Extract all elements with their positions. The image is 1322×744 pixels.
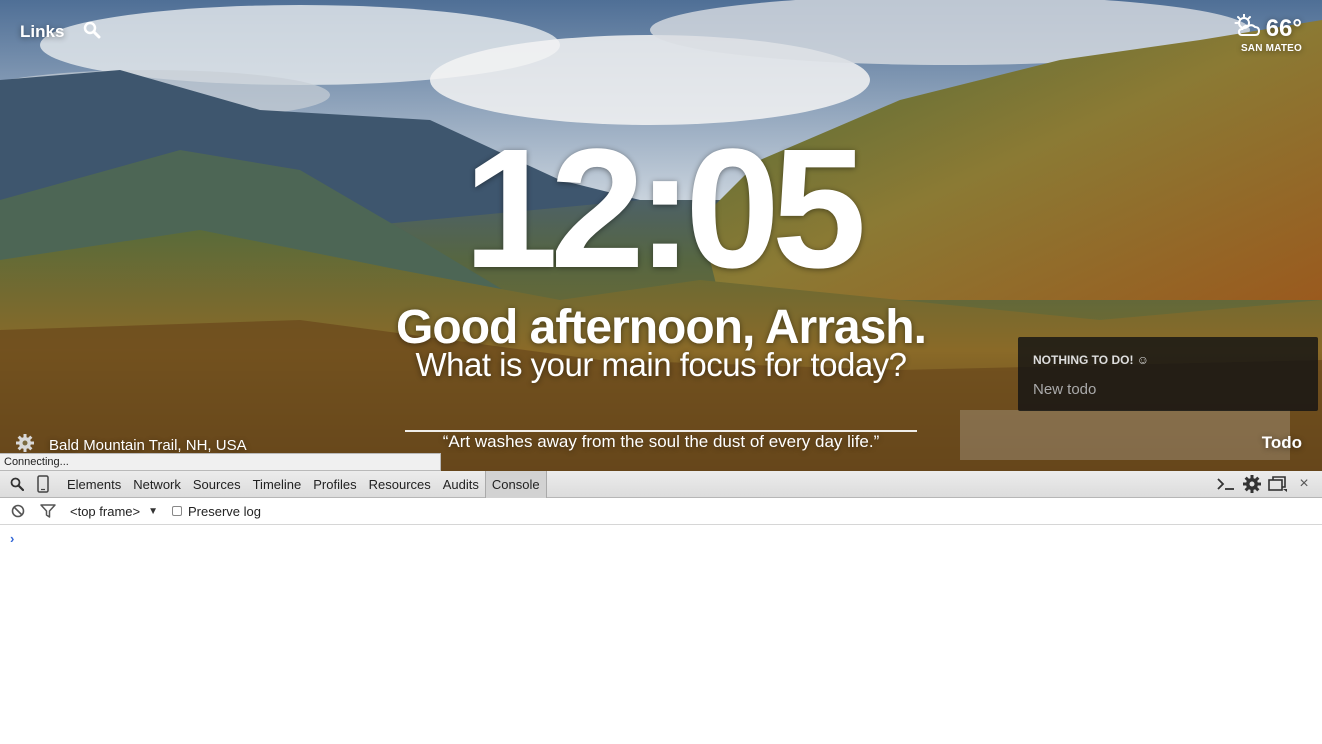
tab-resources[interactable]: Resources <box>363 471 437 498</box>
console-drawer-icon[interactable] <box>1216 474 1236 494</box>
todo-panel: NOTHING TO DO! ☺ New todo <box>1018 337 1318 411</box>
devtools-toolbar: Elements Network Sources Timeline Profil… <box>0 470 1322 498</box>
clock-time: 12:05 <box>463 114 867 304</box>
filter-icon[interactable] <box>38 501 58 521</box>
tab-timeline[interactable]: Timeline <box>247 471 308 498</box>
status-bubble: Connecting... <box>0 453 441 471</box>
tab-elements[interactable]: Elements <box>61 471 127 498</box>
search-icon[interactable] <box>83 21 103 41</box>
devtools-panel: Elements Network Sources Timeline Profil… <box>0 470 1322 744</box>
links-button[interactable]: Links <box>20 22 64 42</box>
tab-profiles[interactable]: Profiles <box>307 471 362 498</box>
todo-empty-message: NOTHING TO DO! ☺ <box>1033 353 1150 367</box>
close-icon[interactable]: × <box>1294 474 1314 494</box>
weather-location: SAN MATEO <box>1240 43 1302 54</box>
partly-cloudy-icon <box>1234 13 1262 43</box>
weather-temperature: 66° <box>1265 14 1302 42</box>
device-mode-icon[interactable] <box>33 474 53 494</box>
console-prompt[interactable]: › <box>10 531 14 546</box>
chevron-down-icon[interactable]: ▼ <box>148 506 158 517</box>
dock-side-icon[interactable] <box>1268 474 1288 494</box>
frame-selector[interactable]: <top frame> <box>70 504 140 519</box>
weather-widget[interactable]: 66° SAN MATEO <box>1234 13 1302 54</box>
new-todo-input[interactable]: New todo <box>1033 381 1096 398</box>
new-tab-dashboard: Links 66° SAN MATEO 12:05 Good afternoon… <box>0 0 1322 471</box>
tab-console[interactable]: Console <box>484 470 547 498</box>
preserve-log-label: Preserve log <box>188 503 261 519</box>
tab-audits[interactable]: Audits <box>437 471 485 498</box>
inspect-search-icon[interactable] <box>7 474 27 494</box>
photo-location[interactable]: Bald Mountain Trail, NH, USA <box>49 437 247 454</box>
preserve-log-checkbox[interactable] <box>172 506 183 516</box>
console-filter-bar: <top frame> ▼ Preserve log <box>0 498 1322 525</box>
tab-network[interactable]: Network <box>127 471 187 498</box>
todo-button[interactable]: Todo <box>1262 433 1302 453</box>
tab-sources[interactable]: Sources <box>187 471 247 498</box>
clear-console-icon[interactable] <box>8 501 28 521</box>
gear-icon[interactable] <box>1242 474 1262 494</box>
